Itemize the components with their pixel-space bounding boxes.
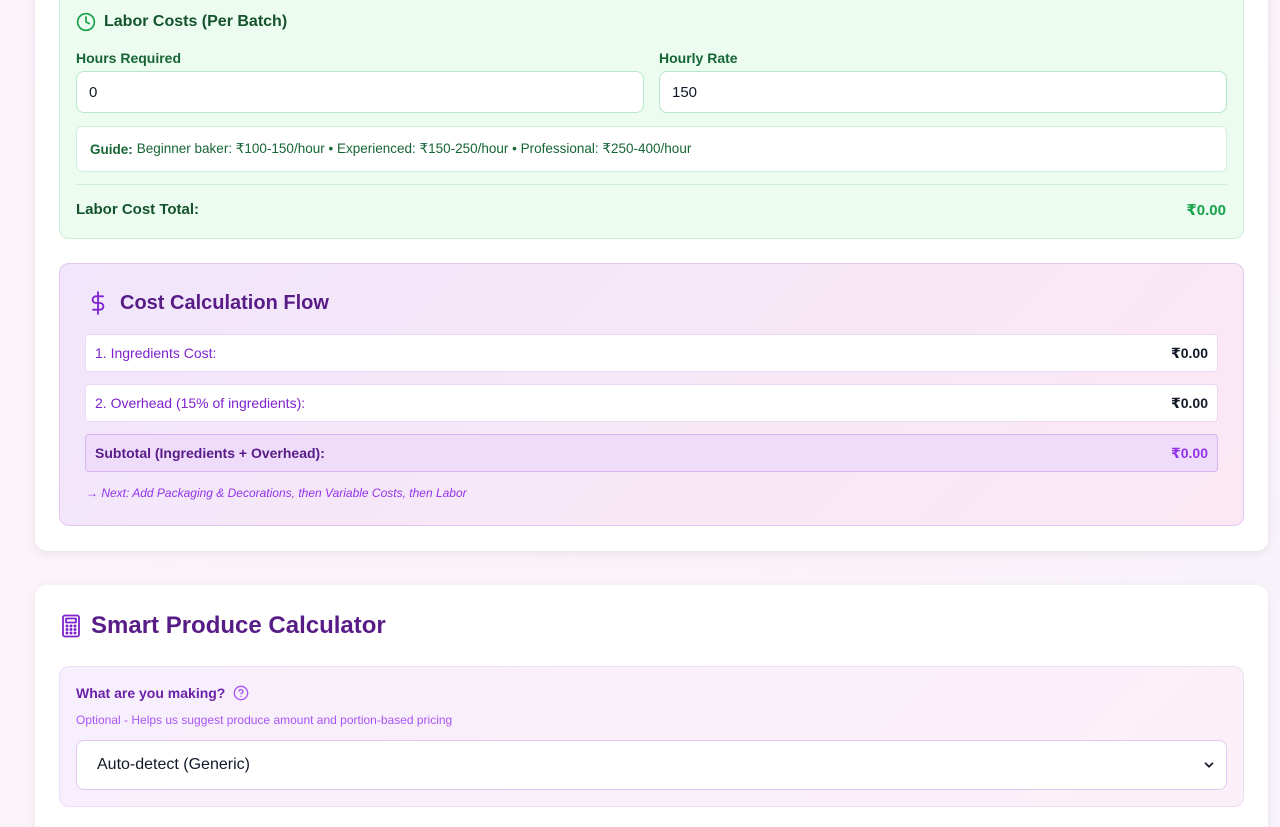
labor-costs-title-text: Labor Costs (Per Batch) [104,13,288,30]
cost-calculation-flow-title-text: Cost Calculation Flow [120,291,329,314]
what-are-you-making-text: What are you making? [76,685,226,701]
smart-produce-calculator-title: Smart Produce Calculator [61,612,386,640]
product-type-selected-value: Auto-detect (Generic) [97,756,250,773]
labor-cost-total-value: ₹0.00 [1186,202,1226,219]
flow-row-subtotal: Subtotal (Ingredients + Overhead): ₹0.00 [85,434,1218,472]
hourly-rate-label: Hourly Rate [659,50,738,66]
flow-row-value: ₹0.00 [1171,394,1208,411]
flow-row-label: 2. Overhead (15% of ingredients): [95,395,306,411]
cost-calculation-flow-title: Cost Calculation Flow [88,290,329,316]
product-type-select[interactable]: Auto-detect (Generic) [76,740,1227,790]
hours-required-label: Hours Required [76,50,182,66]
what-are-you-making-label: What are you making? [76,685,249,701]
help-circle-icon[interactable] [233,685,249,701]
flow-row-overhead: 2. Overhead (15% of ingredients): ₹0.00 [85,384,1218,422]
calculator-icon [62,614,80,638]
labor-costs-title: Labor Costs (Per Batch) [76,12,287,32]
flow-row-value: ₹0.00 [1171,344,1208,361]
hourly-rate-input[interactable] [659,71,1227,113]
what-are-you-making-hint: Optional - Helps us suggest produce amou… [76,713,453,727]
flow-next-note: → Next: Add Packaging & Decorations, the… [86,486,467,500]
flow-row-value: ₹0.00 [1171,444,1208,461]
flow-row-label: Subtotal (Ingredients + Overhead): [95,445,325,461]
labor-divider [76,184,1227,185]
labor-cost-total-label: Labor Cost Total: [76,201,200,218]
flow-row-label: 1. Ingredients Cost: [95,345,217,361]
guide-prefix: Guide: [90,141,133,157]
clock-icon [76,12,96,32]
labor-rate-guide: Guide: Beginner baker: ₹100-150/hour • E… [76,126,1227,172]
chevron-down-icon [1204,762,1214,768]
hours-required-input[interactable] [76,71,644,113]
guide-text: Beginner baker: ₹100-150/hour • Experien… [136,141,692,156]
labor-costs-section [59,0,1244,239]
dollar-icon [91,291,105,315]
flow-row-ingredients: 1. Ingredients Cost: ₹0.00 [85,334,1218,372]
smart-produce-calculator-title-text: Smart Produce Calculator [91,612,386,639]
